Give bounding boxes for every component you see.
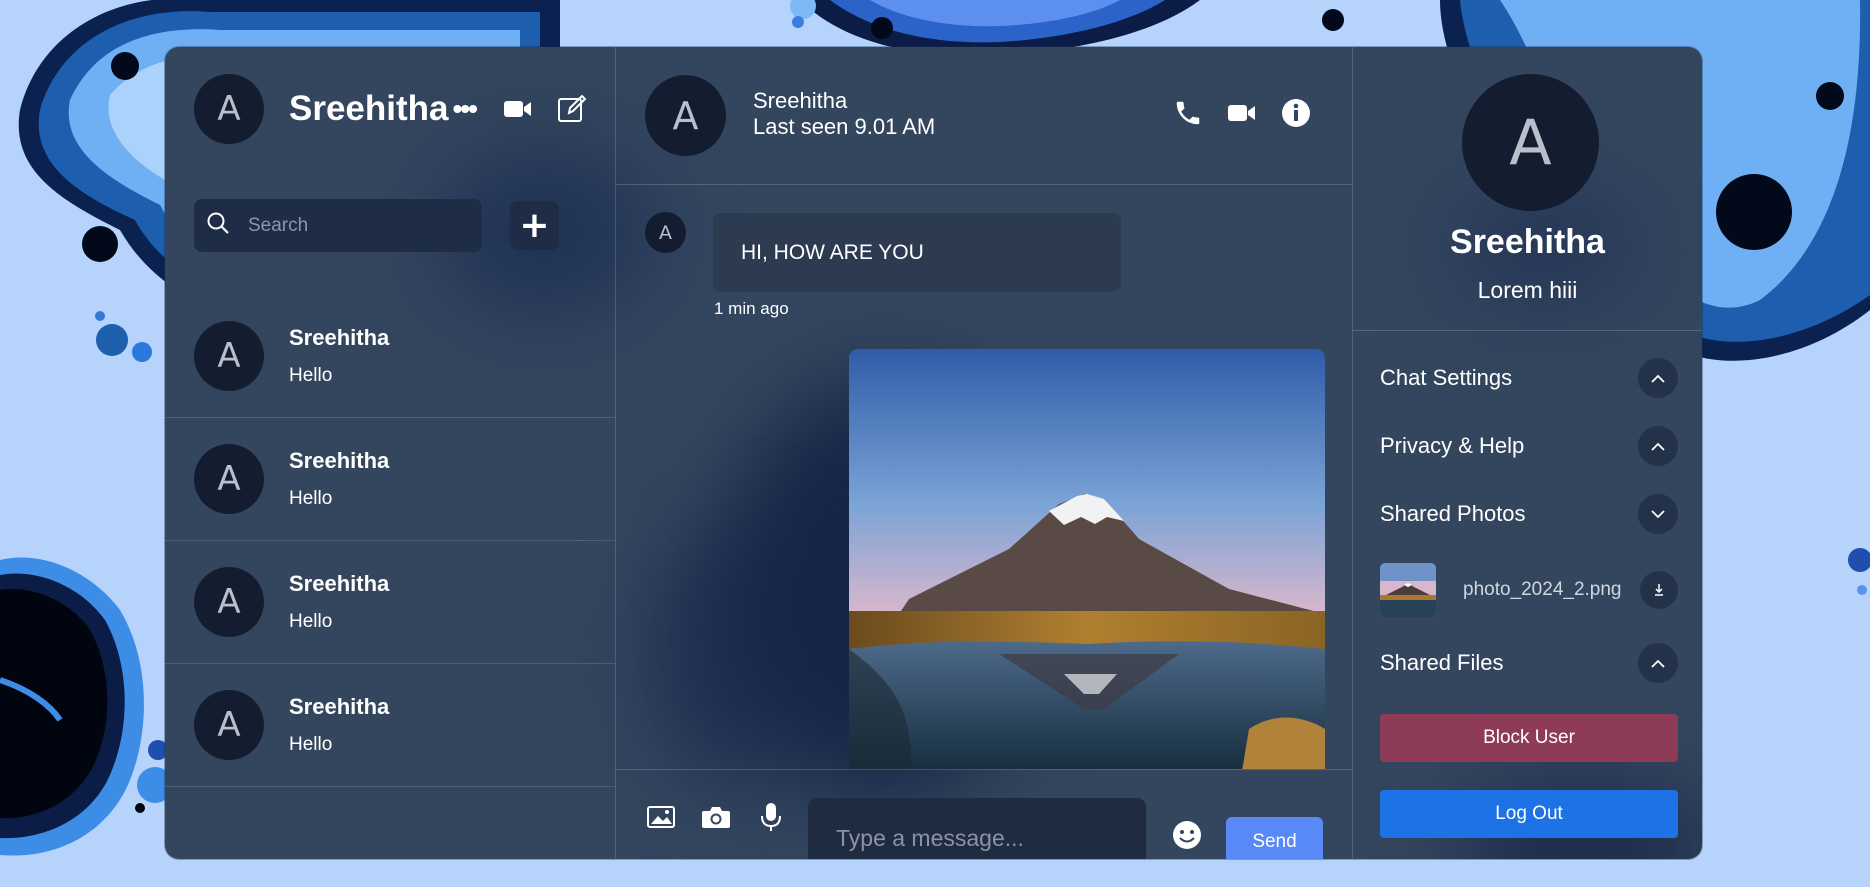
last-seen-status: Last seen 9.01 AM: [753, 114, 936, 139]
block-user-button[interactable]: Block User: [1380, 714, 1678, 762]
message-timestamp: 1 min ago: [714, 299, 789, 318]
messenger-app: A Sreehitha ••• + A: [165, 47, 1702, 859]
microphone-icon[interactable]: [754, 800, 788, 834]
chat-list: A Sreehitha Hello A Sreehitha Hello A Sr…: [165, 295, 615, 787]
video-camera-icon[interactable]: [500, 91, 536, 127]
message-composer: Send: [616, 769, 1352, 859]
video-camera-icon[interactable]: [1224, 95, 1260, 131]
send-button[interactable]: Send: [1226, 817, 1323, 859]
conversation-panel: A Sreehitha Last seen 9.01 AM A HI, HOW …: [616, 47, 1353, 859]
call-actions: [1170, 95, 1314, 131]
contact-avatar: A: [194, 690, 264, 760]
contact-name: Sreehitha: [289, 694, 390, 719]
chat-list-sidebar: A Sreehitha ••• + A: [165, 47, 616, 859]
sender-avatar: A: [645, 212, 686, 253]
section-title: Shared Photos: [1380, 501, 1526, 526]
chat-list-item[interactable]: A Sreehitha Hello: [165, 295, 615, 418]
peer-avatar[interactable]: A: [645, 75, 726, 156]
details-panel: A Sreehitha Lorem hiii Chat Settings Pri…: [1353, 47, 1702, 859]
contact-avatar: A: [194, 321, 264, 391]
message-bubble: HI, HOW ARE YOU: [713, 213, 1121, 292]
image-icon[interactable]: [644, 800, 678, 834]
chat-list-item[interactable]: A Sreehitha Hello: [165, 541, 615, 664]
last-message: Hello: [289, 488, 333, 509]
message-image[interactable]: [849, 349, 1325, 769]
chevron-up-icon[interactable]: [1638, 643, 1678, 683]
section-title: Privacy & Help: [1380, 433, 1525, 458]
user-avatar[interactable]: A: [194, 74, 264, 144]
chevron-down-icon[interactable]: [1638, 494, 1678, 534]
user-name: Sreehitha: [289, 89, 449, 128]
peer-name: Sreehitha: [753, 88, 848, 113]
logout-button[interactable]: Log Out: [1380, 790, 1678, 838]
add-chat-button[interactable]: +: [510, 201, 559, 250]
more-options-icon[interactable]: •••: [453, 93, 478, 125]
search-row: +: [194, 199, 559, 252]
plus-icon: +: [519, 204, 550, 246]
info-icon[interactable]: [1278, 95, 1314, 131]
search-bar: [194, 199, 482, 252]
last-message: Hello: [289, 734, 333, 755]
profile-status: Lorem hiii: [1477, 277, 1578, 303]
section-title: Shared Files: [1380, 650, 1504, 675]
contact-name: Sreehitha: [289, 571, 390, 596]
last-message: Hello: [289, 611, 333, 632]
peer-info: Sreehitha Last seen 9.01 AM: [753, 88, 935, 140]
contact-name: Sreehitha: [289, 448, 390, 473]
last-message: Hello: [289, 365, 333, 386]
profile-avatar: A: [1462, 74, 1599, 211]
shared-photo-item[interactable]: photo_2024_2.png: [1380, 563, 1678, 617]
search-input[interactable]: [246, 213, 450, 238]
user-info-bar: A Sreehitha •••: [194, 74, 590, 144]
edit-icon[interactable]: [554, 91, 590, 127]
message-input[interactable]: [834, 824, 1120, 853]
message-thread: A HI, HOW ARE YOU 1 min ago: [616, 185, 1352, 769]
photo-thumbnail[interactable]: [1380, 563, 1436, 617]
contact-avatar: A: [194, 444, 264, 514]
conversation-header: A Sreehitha Last seen 9.01 AM: [616, 47, 1352, 185]
chat-list-item[interactable]: A Sreehitha Hello: [165, 418, 615, 541]
emoji-icon[interactable]: [1170, 818, 1204, 852]
photo-file-name: photo_2024_2.png: [1463, 579, 1622, 600]
shared-files-section[interactable]: Shared Files: [1380, 643, 1678, 683]
chevron-up-icon[interactable]: [1638, 358, 1678, 398]
profile-card: A Sreehitha Lorem hiii: [1353, 47, 1702, 331]
camera-icon[interactable]: [699, 800, 733, 834]
chevron-up-icon[interactable]: [1638, 426, 1678, 466]
contact-avatar: A: [194, 567, 264, 637]
shared-photos-section[interactable]: Shared Photos: [1380, 494, 1678, 534]
privacy-help-section[interactable]: Privacy & Help: [1380, 426, 1678, 466]
chat-list-item[interactable]: A Sreehitha Hello: [165, 664, 615, 787]
profile-name: Sreehitha: [1450, 223, 1605, 261]
chat-settings-section[interactable]: Chat Settings: [1380, 358, 1678, 398]
contact-name: Sreehitha: [289, 325, 390, 350]
download-icon[interactable]: [1640, 571, 1678, 609]
phone-icon[interactable]: [1170, 95, 1206, 131]
message-input-box: [808, 798, 1146, 859]
section-title: Chat Settings: [1380, 365, 1513, 390]
search-icon: [206, 211, 230, 240]
